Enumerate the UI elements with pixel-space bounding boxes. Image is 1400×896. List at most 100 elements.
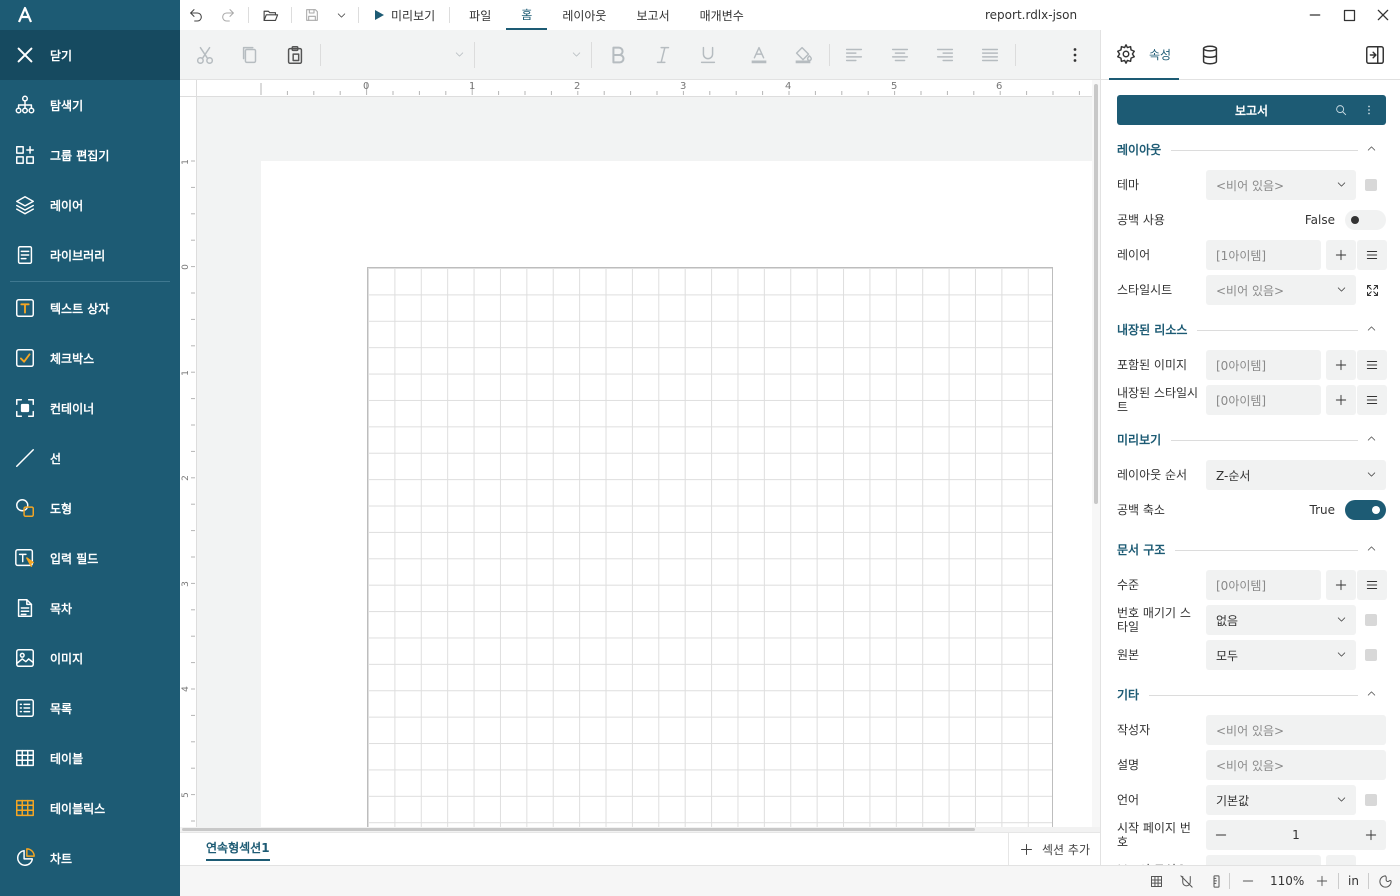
italic-button[interactable] [652, 44, 674, 66]
window-close-button[interactable] [1366, 0, 1400, 30]
align-right-button[interactable] [934, 44, 956, 66]
increment-button[interactable] [1364, 828, 1378, 842]
sidebar-item-image[interactable]: 이미지 [0, 633, 180, 683]
align-center-button[interactable] [889, 44, 911, 66]
stylesheet-dropdown[interactable]: <비어 있음> [1206, 275, 1356, 305]
sidebar-item-layers[interactable]: 레이어 [0, 180, 180, 230]
sidebar-item-table[interactable]: 테이블 [0, 733, 180, 783]
language-reset-toggle[interactable] [1365, 794, 1377, 806]
tab-properties[interactable]: 속성 [1109, 30, 1179, 80]
report-body-grid[interactable] [367, 267, 1053, 827]
group-embedded-resources[interactable]: 내장된 리소스 [1117, 321, 1386, 339]
snap-toggle-button[interactable] [1177, 872, 1195, 890]
sidebar-item-input-field[interactable]: 입력 필드 [0, 533, 180, 583]
more-vertical-icon[interactable] [1362, 103, 1376, 117]
sidebar-item-explorer[interactable]: 탐색기 [0, 80, 180, 130]
copy-button[interactable] [239, 44, 261, 66]
fill-color-button[interactable] [792, 44, 814, 66]
scrollbar-thumb[interactable] [1094, 84, 1098, 504]
search-icon[interactable] [1334, 103, 1348, 117]
add-section-button[interactable]: 섹션 추가 [1008, 833, 1100, 866]
theme-dropdown[interactable]: <비어 있음> [1206, 170, 1356, 200]
font-color-button[interactable] [748, 44, 770, 66]
sidebar-item-group-editor[interactable]: 그룹 편집기 [0, 130, 180, 180]
edit-layers-button[interactable] [1357, 240, 1387, 270]
grid-toggle-button[interactable] [1147, 872, 1165, 890]
chevron-up-icon[interactable] [1365, 322, 1378, 335]
levels-field[interactable]: [0아이템] [1206, 570, 1321, 600]
sidebar-item-shape[interactable]: 도형 [0, 483, 180, 533]
bold-button[interactable] [607, 44, 629, 66]
group-misc[interactable]: 기타 [1117, 686, 1386, 704]
chevron-up-icon[interactable] [1365, 687, 1378, 700]
open-button[interactable] [253, 0, 287, 30]
theme-toggle-button[interactable] [1376, 872, 1394, 890]
menu-file[interactable]: 파일 [454, 0, 506, 30]
design-canvas[interactable] [197, 97, 1092, 827]
sidebar-item-list[interactable]: 목록 [0, 683, 180, 733]
sidebar-item-line[interactable]: 선 [0, 433, 180, 483]
scrollbar-thumb[interactable] [182, 828, 975, 831]
sidebar-item-library[interactable]: 라이브러리 [0, 230, 180, 280]
zoom-level[interactable]: 110% [1270, 874, 1304, 888]
section-tab-continuous-1[interactable]: 연속형섹션1 [206, 839, 270, 861]
author-input[interactable]: <비어 있음> [1206, 715, 1386, 745]
expand-stylesheet-button[interactable] [1357, 275, 1387, 305]
edit-stylesheets-button[interactable] [1357, 385, 1387, 415]
theme-reset-toggle[interactable] [1365, 179, 1377, 191]
sidebar-close-button[interactable]: 닫기 [0, 30, 180, 80]
minimize-button[interactable] [1298, 0, 1332, 30]
layout-order-dropdown[interactable]: Z-순서 [1206, 460, 1386, 490]
chevron-up-icon[interactable] [1365, 432, 1378, 445]
add-level-button[interactable] [1326, 570, 1356, 600]
group-preview[interactable]: 미리보기 [1117, 431, 1386, 449]
underline-button[interactable] [697, 44, 719, 66]
numbering-reset-toggle[interactable] [1365, 614, 1377, 626]
source-dropdown[interactable]: 모두 [1206, 640, 1356, 670]
zoom-in-button[interactable] [1313, 872, 1331, 890]
source-reset-toggle[interactable] [1365, 649, 1377, 661]
preview-button[interactable]: 미리보기 [363, 0, 445, 30]
add-layer-button[interactable] [1326, 240, 1356, 270]
menu-parameters[interactable]: 매개변수 [685, 0, 759, 30]
units-selector[interactable]: in [1348, 874, 1359, 888]
zoom-out-button[interactable] [1239, 872, 1257, 890]
collapse-panel-button[interactable] [1364, 44, 1386, 66]
add-stylesheet-button[interactable] [1326, 385, 1356, 415]
group-document-map[interactable]: 문서 구조 [1117, 541, 1386, 559]
sidebar-item-checkbox[interactable]: 체크박스 [0, 333, 180, 383]
tab-data[interactable] [1199, 44, 1221, 66]
numbering-style-dropdown[interactable]: 없음 [1206, 605, 1356, 635]
report-page[interactable] [261, 161, 1092, 827]
justify-button[interactable] [979, 44, 1001, 66]
paste-button[interactable] [284, 44, 306, 66]
menu-report[interactable]: 보고서 [621, 0, 684, 30]
menu-layout[interactable]: 레이아웃 [547, 0, 621, 30]
language-dropdown[interactable]: 기본값 [1206, 785, 1356, 815]
font-size-dropdown[interactable] [482, 42, 592, 68]
add-image-button[interactable] [1326, 350, 1356, 380]
edit-levels-button[interactable] [1357, 570, 1387, 600]
sidebar-item-toc[interactable]: 목차 [0, 583, 180, 633]
group-layout[interactable]: 레이아웃 [1117, 141, 1386, 159]
align-left-button[interactable] [843, 44, 865, 66]
chevron-up-icon[interactable] [1365, 142, 1378, 155]
chevron-up-icon[interactable] [1365, 542, 1378, 555]
shrink-whitespace-toggle[interactable] [1345, 500, 1386, 520]
description-input[interactable]: <비어 있음> [1206, 750, 1386, 780]
embedded-stylesheets-field[interactable]: [0아이템] [1206, 385, 1321, 415]
report-composition-button[interactable] [1326, 855, 1356, 865]
font-family-dropdown[interactable] [325, 42, 475, 68]
save-options-dropdown[interactable] [328, 0, 354, 30]
sidebar-item-container[interactable]: 컨테이너 [0, 383, 180, 433]
cut-button[interactable] [194, 44, 216, 66]
maximize-button[interactable] [1332, 0, 1366, 30]
redo-button[interactable] [212, 0, 244, 30]
menu-home[interactable]: 홈 [506, 0, 548, 30]
margins-toggle[interactable] [1345, 210, 1386, 230]
start-page-stepper[interactable]: 1 [1206, 820, 1386, 850]
undo-button[interactable] [180, 0, 212, 30]
embedded-images-field[interactable]: [0아이템] [1206, 350, 1321, 380]
more-options-button[interactable] [1064, 44, 1086, 66]
report-composition-field[interactable] [1206, 855, 1321, 865]
